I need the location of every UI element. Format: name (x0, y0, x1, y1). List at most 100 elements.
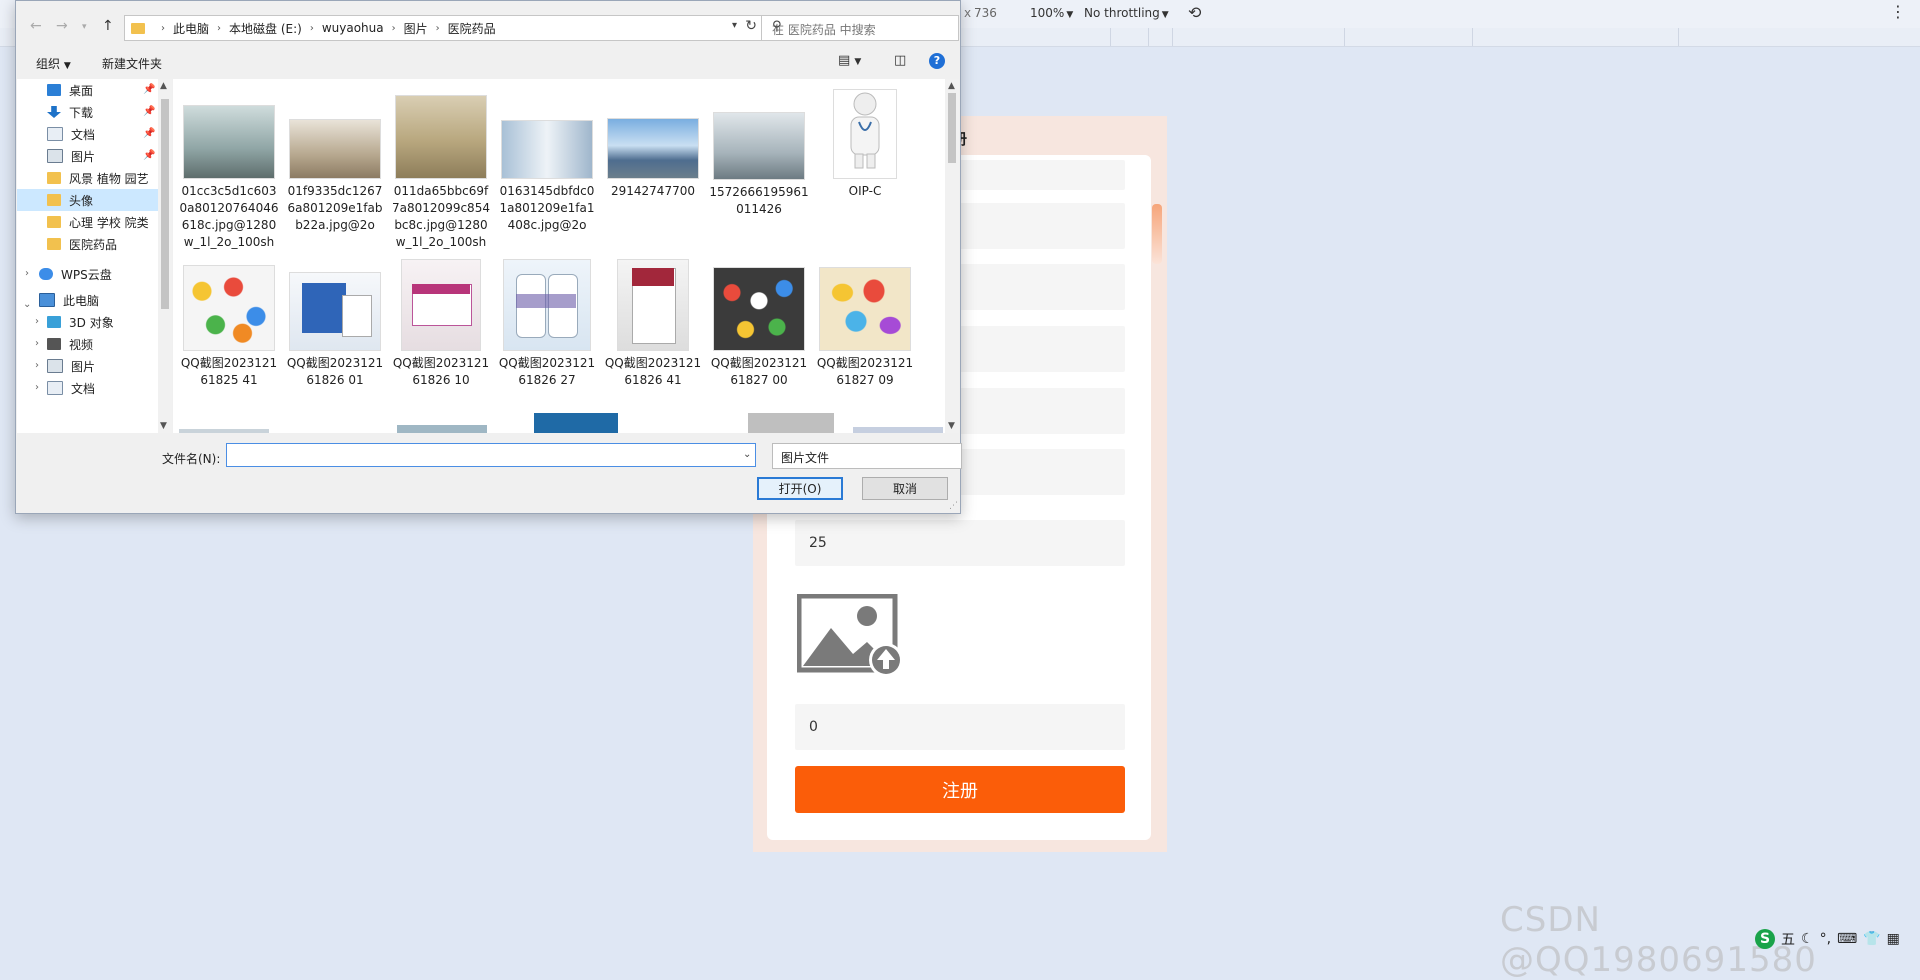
moon-icon[interactable]: ☾ (1801, 931, 1814, 947)
scroll-thumb[interactable] (948, 93, 956, 163)
file-item[interactable]: 29142747700 (603, 118, 703, 200)
back-arrow-icon[interactable]: ← (30, 18, 42, 34)
nav-item-pictures[interactable]: 图片 (47, 145, 95, 167)
file-item[interactable]: QQ截图202312161827 09 (815, 267, 915, 389)
chevron-down-icon[interactable]: ⌄ (743, 449, 751, 460)
file-thumbnail (501, 120, 593, 179)
breadcrumb: › 此电脑 › 本地磁盘 (E:) › wuyaohua › 图片 › 医院药品 (153, 20, 496, 37)
nav-item-3d-objects[interactable]: 3D 对象 (47, 311, 114, 333)
caret-down-icon: ▼ (63, 61, 71, 71)
ruler-tick (1172, 28, 1173, 46)
file-item[interactable]: OIP-C (815, 89, 915, 200)
grid-icon[interactable]: ▦ (1887, 931, 1900, 947)
nav-item-this-pc[interactable]: 此电脑 (39, 289, 99, 311)
refresh-icon[interactable]: ↻ (745, 18, 757, 34)
nav-item-documents[interactable]: 文档 (47, 123, 95, 145)
file-item[interactable]: QQ截图202312161826 41 (603, 259, 703, 389)
scroll-up-icon[interactable]: ▲ (160, 81, 167, 91)
ruler-tick (1472, 28, 1473, 46)
file-item[interactable]: QQ截图202312161826 27 (497, 259, 597, 389)
dimension-separator: x (964, 6, 972, 20)
nav-item-folder[interactable]: 心理 学校 院类 (47, 211, 149, 233)
file-item[interactable]: 011da65bbc69f7a8012099c854bc8c.jpg@1280w… (391, 95, 491, 251)
file-list-scrollbar[interactable]: ▲ ▼ (945, 79, 959, 433)
nav-item-wps-cloud[interactable]: WPS云盘 (39, 263, 112, 285)
file-thumbnail (401, 259, 481, 351)
file-item[interactable]: 01cc3c5d1c6030a80120764046618c.jpg@1280w… (179, 105, 279, 251)
organize-menu[interactable]: 组织 ▼ (36, 55, 71, 72)
chevron-right-icon[interactable]: › (25, 268, 29, 279)
breadcrumb-item[interactable]: wuyaohua (322, 21, 384, 35)
nav-item-desktop[interactable]: 桌面 (47, 79, 93, 101)
dimension-height-value[interactable]: 736 (974, 6, 997, 20)
chevron-right-icon[interactable]: › (35, 360, 39, 371)
nav-scrollbar[interactable]: ▲ ▼ (158, 79, 172, 433)
file-item[interactable]: QQ截图202312161827 00 (709, 267, 809, 389)
register-button[interactable]: 注册 (795, 766, 1125, 813)
nav-item-videos[interactable]: 视频 (47, 333, 93, 355)
cancel-button[interactable]: 取消 (862, 477, 948, 500)
chevron-right-icon[interactable]: › (35, 316, 39, 327)
sogou-ime-icon[interactable]: S (1755, 929, 1775, 949)
number-field[interactable]: 0 (795, 704, 1125, 750)
nav-item-folder[interactable]: 风景 植物 园艺 (47, 167, 149, 189)
view-options-icon[interactable]: ▤ ▼ (838, 53, 861, 68)
scroll-up-icon[interactable]: ▲ (948, 81, 955, 91)
nav-item-downloads[interactable]: 下载 (47, 101, 93, 123)
keyboard-icon[interactable]: ⌨ (1837, 931, 1857, 947)
nav-item-folder[interactable]: 医院药品 (47, 233, 117, 255)
chevron-down-icon[interactable]: ⌄ (23, 299, 31, 310)
zoom-dropdown[interactable]: 100% ▼ (1030, 6, 1073, 20)
breadcrumb-item[interactable]: 图片 (404, 20, 428, 37)
scroll-down-icon[interactable]: ▼ (948, 421, 955, 431)
file-thumbnail-partial[interactable] (748, 413, 834, 433)
nav-item-avatar[interactable]: 头像 (17, 189, 158, 211)
file-thumbnail-partial[interactable] (179, 429, 269, 433)
nav-item-documents[interactable]: 文档 (47, 377, 95, 399)
file-thumbnail-partial[interactable] (397, 425, 487, 433)
image-upload[interactable] (796, 593, 905, 678)
file-thumbnail-partial[interactable] (853, 427, 943, 433)
rotate-icon[interactable]: ⟲ (1188, 3, 1201, 22)
new-folder-button[interactable]: 新建文件夹 (102, 55, 162, 72)
breadcrumb-item[interactable]: 医院药品 (448, 20, 496, 37)
file-item[interactable]: 01f9335dc12676a801209e1fabb22a.jpg@2o (285, 119, 385, 234)
filename-input[interactable] (226, 443, 756, 467)
recent-dropdown-icon[interactable]: ▾ (82, 22, 87, 32)
forward-arrow-icon[interactable]: → (56, 18, 68, 34)
scroll-down-icon[interactable]: ▼ (160, 421, 167, 431)
breadcrumb-item[interactable]: 本地磁盘 (E:) (229, 20, 302, 37)
nav-label: 文档 (71, 127, 96, 142)
chevron-right-icon[interactable]: › (35, 338, 39, 349)
search-input[interactable]: 在 医院药品 中搜索 ⚲ (761, 15, 959, 41)
punctuation-icon[interactable]: °, (1820, 931, 1831, 947)
up-arrow-icon[interactable]: ↑ (102, 18, 114, 34)
throttling-value: No throttling (1084, 6, 1160, 20)
pictures-icon (47, 359, 63, 373)
ruler-tick (1148, 28, 1149, 46)
file-type-select[interactable]: 图片文件 ⌄ (772, 443, 962, 469)
ime-mode[interactable]: 五 (1781, 929, 1795, 949)
file-item[interactable]: QQ截图202312161826 10 (391, 259, 491, 389)
file-thumbnail-partial[interactable] (534, 413, 618, 433)
file-thumbnail (607, 118, 699, 179)
help-icon[interactable]: ? (929, 53, 945, 69)
file-item[interactable]: QQ截图202312161826 01 (285, 272, 385, 389)
chevron-down-icon[interactable]: ▾ (732, 20, 737, 31)
skin-icon[interactable]: 👕 (1863, 931, 1880, 947)
age-field[interactable]: 25 (795, 520, 1125, 566)
preview-pane-icon[interactable]: ◫ (894, 53, 906, 68)
breadcrumb-item[interactable]: 此电脑 (173, 20, 209, 37)
address-bar[interactable]: › 此电脑 › 本地磁盘 (E:) › wuyaohua › 图片 › 医院药品… (124, 15, 764, 41)
file-name: OIP-C (848, 184, 882, 198)
resize-grip-icon[interactable]: ⋰ (949, 501, 958, 511)
chevron-right-icon[interactable]: › (35, 382, 39, 393)
scroll-thumb[interactable] (161, 99, 169, 309)
throttling-dropdown[interactable]: No throttling ▼ (1084, 6, 1169, 20)
file-item[interactable]: QQ截图202312161825 41 (179, 265, 279, 389)
file-item[interactable]: 1572666195961011426 (709, 112, 809, 218)
open-button[interactable]: 打开(O) (757, 477, 843, 500)
nav-item-pictures[interactable]: 图片 (47, 355, 95, 377)
more-options-icon[interactable]: ⋮ (1890, 2, 1906, 21)
file-item[interactable]: 0163145dbfdc01a801209e1fa1408c.jpg@2o (497, 120, 597, 234)
